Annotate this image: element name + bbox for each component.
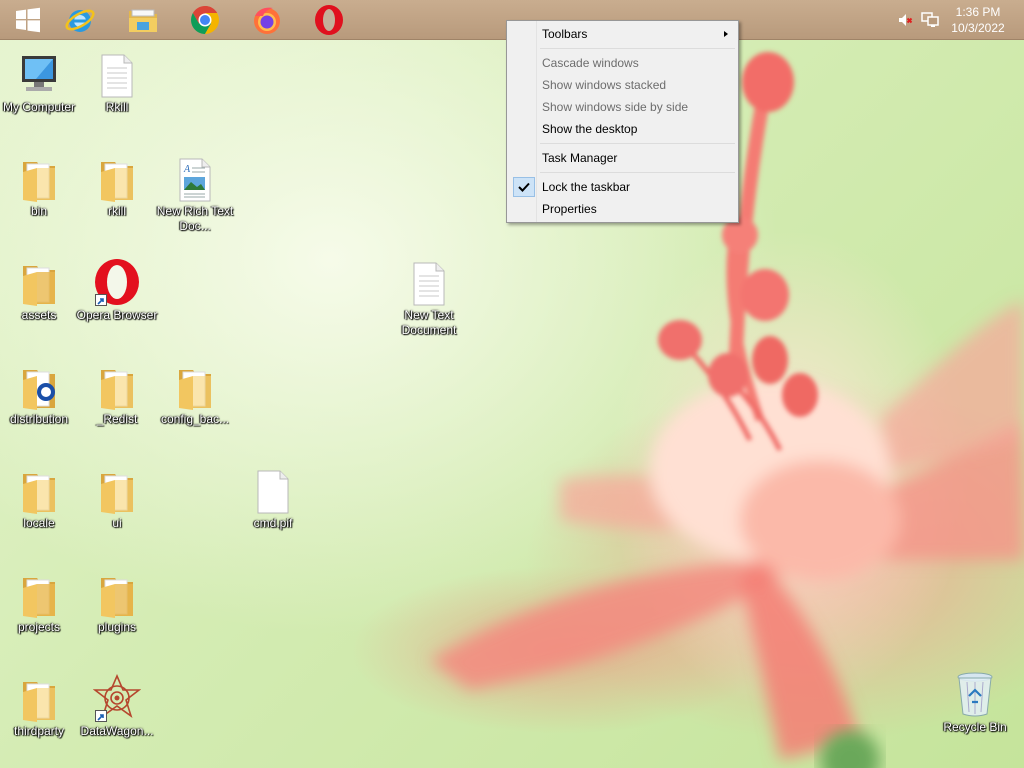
taskbar-context-menu: Toolbars Cascade windows Show windows st… <box>506 20 739 223</box>
internet-explorer-icon <box>65 9 95 32</box>
menu-item-show-the-desktop[interactable]: Show the desktop <box>509 118 738 140</box>
folder-icon <box>23 266 55 306</box>
desktop-icon-label: distribution <box>9 412 69 426</box>
clock-time: 1:36 PM <box>955 5 1001 19</box>
desktop-icon-label: ui <box>112 516 122 530</box>
menu-item-toolbars[interactable]: Toolbars <box>509 23 738 45</box>
menu-item-label: Cascade windows <box>542 56 639 70</box>
desktop-icon-rkill-folder[interactable]: rkill <box>76 154 158 219</box>
desktop-icon-label: config_bac... <box>160 412 230 426</box>
desktop-icon-new-rich-text-doc[interactable]: A New Rich Text Doc... <box>154 154 236 234</box>
desktop-icon-plugins-folder[interactable]: plugins <box>76 570 158 635</box>
folder-icon <box>23 162 55 202</box>
document-icon <box>413 262 445 306</box>
opera-icon <box>315 5 343 35</box>
opera-button[interactable] <box>301 0 357 40</box>
blank-file-icon <box>257 470 289 514</box>
start-button[interactable] <box>0 0 56 40</box>
desktop-icon-projects-folder[interactable]: projects <box>0 570 80 635</box>
desktop-icon-label: My Computer <box>2 100 76 114</box>
desktop-icon-label: _Redist <box>96 412 138 426</box>
desktop-icon-label: Recycle Bin <box>943 720 1007 734</box>
folder-icon <box>179 370 211 410</box>
checkmark-icon <box>513 177 535 197</box>
clock-date: 10/3/2022 <box>951 21 1005 35</box>
folder-icon <box>23 682 55 722</box>
windows-logo-icon <box>16 7 40 33</box>
chrome-icon <box>191 6 219 34</box>
rich-text-document-icon: A <box>179 158 211 202</box>
desktop-icon-my-computer[interactable]: My Computer <box>0 50 80 115</box>
submenu-arrow-icon <box>724 31 728 37</box>
file-explorer-icon <box>129 9 157 32</box>
system-tray <box>895 0 941 40</box>
desktop-icon-datawagon[interactable]: DataWagon... <box>76 674 158 739</box>
volume-muted-icon[interactable] <box>895 10 915 30</box>
clock[interactable]: 1:36 PM 10/3/2022 <box>948 4 1008 36</box>
internet-explorer-button[interactable] <box>52 0 108 40</box>
desktop-icon-label: rkill <box>108 204 126 218</box>
desktop-icon-label: New Text Document <box>401 308 457 337</box>
menu-item-label: Toolbars <box>542 27 588 41</box>
desktop-icon-label: thirdparty <box>13 724 65 738</box>
menu-item-show-windows-side-by-side[interactable]: Show windows side by side <box>509 96 738 118</box>
shortcut-arrow-icon <box>95 294 107 306</box>
menu-item-label: Task Manager <box>542 151 618 165</box>
menu-item-cascade-windows[interactable]: Cascade windows <box>509 52 738 74</box>
desktop-icon-rkill-file[interactable]: Rkill <box>76 50 158 115</box>
desktop-icon-cmd-pif[interactable]: cmd.pif <box>232 466 314 531</box>
desktop-icon-thirdparty-folder[interactable]: thirdparty <box>0 674 80 739</box>
menu-separator <box>540 143 735 144</box>
network-icon[interactable] <box>919 10 941 30</box>
recycle-bin-icon <box>957 672 993 717</box>
folder-icon <box>101 578 133 618</box>
menu-item-properties[interactable]: Properties <box>509 198 738 220</box>
desktop-icon-label: New Rich Text Doc... <box>156 204 234 233</box>
desktop-icon-assets-folder[interactable]: assets <box>0 258 80 323</box>
desktop-icon-label: assets <box>21 308 57 322</box>
folder-icon <box>101 162 133 202</box>
menu-separator <box>540 172 735 173</box>
document-icon <box>101 54 133 98</box>
folder-icon <box>101 370 133 410</box>
desktop-icon-label: plugins <box>97 620 137 634</box>
desktop-icon-locale-folder[interactable]: locale <box>0 466 80 531</box>
computer-icon <box>22 56 56 91</box>
file-explorer-button[interactable] <box>115 0 171 40</box>
folder-icon <box>23 370 55 410</box>
menu-item-label: Lock the taskbar <box>542 180 631 194</box>
firefox-button[interactable] <box>239 0 295 40</box>
desktop-icon-recycle-bin[interactable]: Recycle Bin <box>934 670 1016 735</box>
svg-text:A: A <box>183 164 191 175</box>
desktop-icon-label: Rkill <box>105 100 129 114</box>
desktop-icon-label: cmd.pif <box>253 516 293 530</box>
menu-item-label: Show the desktop <box>542 122 638 136</box>
desktop-icon-label: DataWagon... <box>80 724 154 738</box>
desktop-icon-label: Opera Browser <box>76 308 158 322</box>
menu-item-label: Properties <box>542 202 597 216</box>
menu-item-task-manager[interactable]: Task Manager <box>509 147 738 169</box>
folder-icon <box>23 578 55 618</box>
firefox-icon <box>254 7 280 34</box>
desktop-icon-config-backup-folder[interactable]: config_bac... <box>154 362 236 427</box>
desktop-icon-label: bin <box>30 204 47 218</box>
menu-item-lock-the-taskbar[interactable]: Lock the taskbar <box>509 176 738 198</box>
desktop-icon-label: projects <box>17 620 61 634</box>
folder-icon <box>23 474 55 514</box>
desktop-icon-opera-browser[interactable]: Opera Browser <box>76 258 158 323</box>
desktop-icon-ui-folder[interactable]: ui <box>76 466 158 531</box>
shortcut-arrow-icon <box>95 710 107 722</box>
menu-item-label: Show windows stacked <box>542 78 667 92</box>
desktop-icon-distribution-folder[interactable]: distribution <box>0 362 80 427</box>
desktop-icon-redist-folder[interactable]: _Redist <box>76 362 158 427</box>
menu-item-label: Show windows side by side <box>542 100 689 114</box>
folder-icon <box>101 474 133 514</box>
desktop-icon-bin-folder[interactable]: bin <box>0 154 80 219</box>
desktop-icon-label: locale <box>23 516 55 530</box>
chrome-button[interactable] <box>177 0 233 40</box>
desktop-icon-new-text-document[interactable]: New Text Document <box>388 258 470 338</box>
menu-item-show-windows-stacked[interactable]: Show windows stacked <box>509 74 738 96</box>
menu-separator <box>540 48 735 49</box>
